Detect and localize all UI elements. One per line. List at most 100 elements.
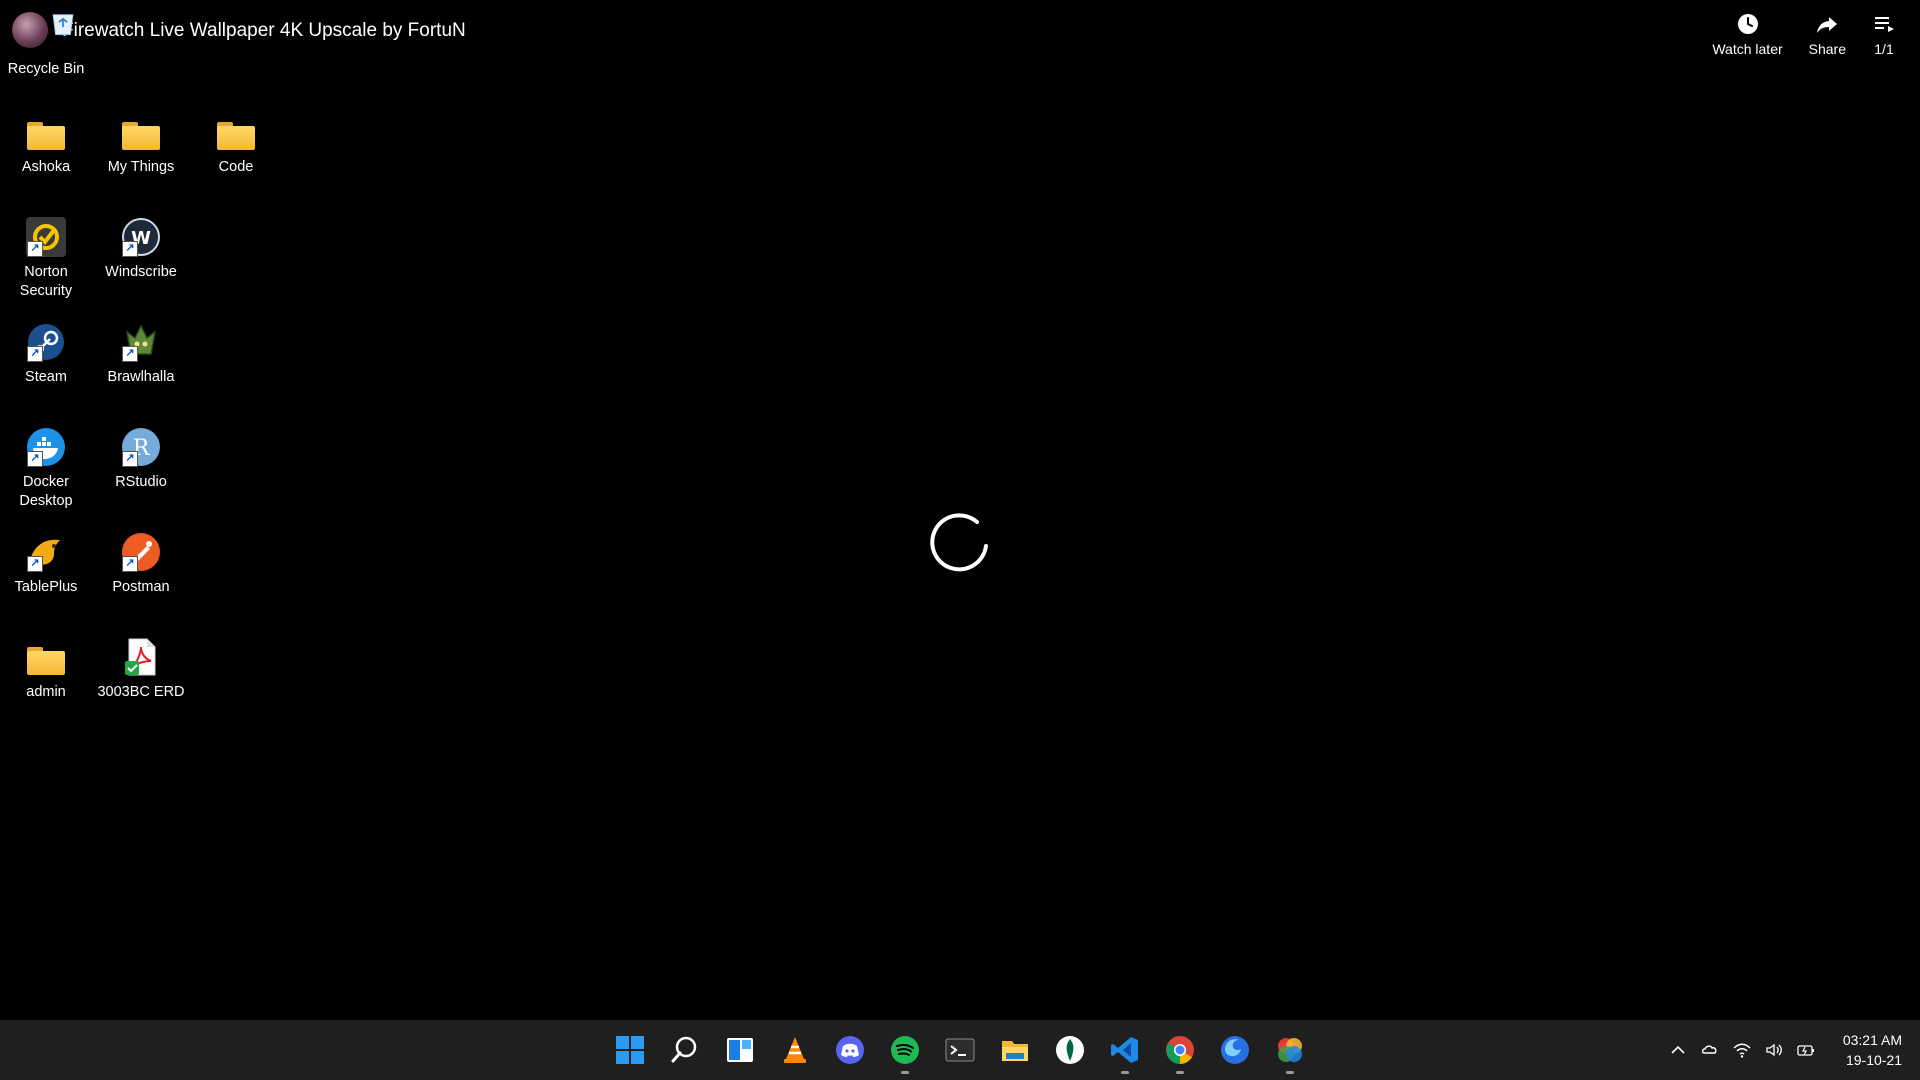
- desktop-icon-label: Docker Desktop: [19, 474, 73, 509]
- taskbar-file-explorer[interactable]: [995, 1030, 1035, 1070]
- taskbar-terminal[interactable]: [940, 1030, 980, 1070]
- desktop-icon-ashoka[interactable]: Ashoka: [2, 110, 90, 177]
- watch-later-label: Watch later: [1712, 41, 1783, 57]
- desktop-icon-label: Recycle Bin: [7, 61, 85, 77]
- tray-volume[interactable]: [1764, 1040, 1784, 1060]
- desktop-icon-label: 3003BC ERD: [97, 684, 185, 700]
- taskbar-chrome[interactable]: [1160, 1030, 1200, 1074]
- desktop-icon-recycle-bin[interactable]: Recycle Bin: [2, 10, 90, 79]
- desktop-icon-label: Postman: [112, 579, 170, 595]
- taskbar-clock[interactable]: 03:21 AM 19-10-21: [1843, 1030, 1902, 1070]
- speaker-icon: [1766, 1043, 1782, 1057]
- shortcut-arrow-icon: ↗: [122, 346, 138, 362]
- shortcut-arrow-icon: ↗: [27, 346, 43, 362]
- running-indicator: [1286, 1071, 1294, 1074]
- desktop-icon-my-things[interactable]: My Things: [97, 110, 185, 177]
- share-icon: [1817, 17, 1838, 33]
- chrome-icon: [1166, 1036, 1194, 1064]
- watch-later-button[interactable]: Watch later: [1712, 12, 1783, 57]
- discord-icon: [836, 1036, 864, 1064]
- desktop-icon-label: Windscribe: [105, 264, 177, 280]
- show-hidden-icons-button[interactable]: [1668, 1040, 1688, 1060]
- terminal-icon: [945, 1038, 975, 1062]
- spotify-icon: [891, 1036, 919, 1064]
- shortcut-arrow-icon: ↗: [27, 241, 43, 257]
- tray-battery[interactable]: [1796, 1040, 1816, 1060]
- desktop-icon-brawlhalla[interactable]: ↗ Brawlhalla: [97, 320, 185, 387]
- shortcut-arrow-icon: ↗: [122, 451, 138, 467]
- desktop-icon-label: Steam: [25, 369, 67, 385]
- desktop: Firewatch Live Wallpaper 4K Upscale by F…: [0, 0, 1920, 1020]
- tray-wifi[interactable]: [1732, 1040, 1752, 1060]
- widgets-icon: [727, 1038, 753, 1062]
- desktop-icon-label: Brawlhalla: [107, 369, 175, 385]
- search-icon: [671, 1036, 697, 1063]
- taskbar: 03:21 AM 19-10-21: [0, 1020, 1920, 1080]
- vlc-icon: [784, 1037, 806, 1063]
- folder-icon: [217, 122, 255, 150]
- desktop-icon-label: admin: [26, 684, 66, 700]
- desktop-icon-postman[interactable]: ↗ Postman: [97, 530, 185, 597]
- taskbar-apps: [610, 1020, 1310, 1080]
- desktop-icon-tableplus[interactable]: ↗ TablePlus: [2, 530, 90, 597]
- playlist-icon: [1875, 17, 1894, 32]
- wifi-icon: [1733, 1043, 1751, 1058]
- desktop-icon-code[interactable]: Code: [192, 110, 280, 177]
- playlist-position: 1/1: [1874, 41, 1894, 57]
- chevron-up-icon: [1671, 1045, 1685, 1054]
- mongodb-compass-icon: [1056, 1036, 1084, 1064]
- video-actions: Watch later Share 1/1: [1712, 12, 1896, 57]
- shortcut-arrow-icon: ↗: [27, 556, 43, 572]
- taskbar-vscode[interactable]: [1105, 1030, 1145, 1074]
- desktop-icon-label: My Things: [107, 159, 175, 175]
- vscode-icon: [1111, 1037, 1138, 1063]
- shortcut-arrow-icon: ↗: [122, 241, 138, 257]
- running-indicator: [1121, 1071, 1129, 1074]
- start-icon: [616, 1036, 644, 1064]
- taskbar-firefox[interactable]: [1215, 1030, 1255, 1070]
- desktop-icon-norton-security[interactable]: ↗ Norton Security: [2, 215, 90, 301]
- taskbar-widgets-button[interactable]: [720, 1030, 760, 1070]
- running-indicator: [901, 1071, 909, 1074]
- desktop-icon-label: TablePlus: [14, 579, 78, 595]
- taskbar-spotify[interactable]: [885, 1030, 925, 1074]
- taskbar-vlc[interactable]: [775, 1030, 815, 1070]
- running-indicator: [1176, 1071, 1184, 1074]
- battery-icon: [1797, 1045, 1814, 1056]
- desktop-icon-docker-desktop[interactable]: ↗ Docker Desktop: [2, 425, 90, 511]
- desktop-icon-rstudio[interactable]: R ↗ RStudio: [97, 425, 185, 492]
- folder-icon: [27, 647, 65, 675]
- loading-spinner-icon: [930, 513, 988, 572]
- clock-icon: [1737, 14, 1758, 34]
- recycle-bin-icon: [52, 14, 74, 36]
- desktop-icon-label: RStudio: [115, 474, 167, 490]
- taskbar-search-button[interactable]: [665, 1030, 705, 1070]
- shortcut-arrow-icon: ↗: [122, 556, 138, 572]
- pdf-icon: [125, 638, 156, 676]
- desktop-icon-windscribe[interactable]: W ↗ Windscribe: [97, 215, 185, 282]
- shortcut-arrow-icon: ↗: [27, 451, 43, 467]
- start-button[interactable]: [610, 1030, 650, 1070]
- playlist-button[interactable]: 1/1: [1872, 12, 1896, 57]
- clock-date: 19-10-21: [1845, 1052, 1902, 1068]
- clock-time: 03:21 AM: [1842, 1032, 1902, 1048]
- tray-cloud[interactable]: [1700, 1040, 1720, 1060]
- taskbar-discord[interactable]: [830, 1030, 870, 1070]
- cloud-icon: [1701, 1045, 1717, 1054]
- desktop-icon-label: Norton Security: [19, 264, 73, 299]
- desktop-icon-label: Ashoka: [21, 159, 71, 175]
- system-tray: [1668, 1020, 1816, 1080]
- folder-icon: [27, 122, 65, 150]
- folder-icon: [122, 122, 160, 150]
- firefox-icon: [1221, 1036, 1249, 1064]
- desktop-icon-3003bc-erd[interactable]: 3003BC ERD: [97, 635, 185, 702]
- share-button[interactable]: Share: [1809, 12, 1846, 57]
- desktop-icon-admin[interactable]: admin: [2, 635, 90, 702]
- share-label: Share: [1808, 41, 1846, 57]
- file-explorer-icon: [1002, 1041, 1028, 1061]
- video-title[interactable]: Firewatch Live Wallpaper 4K Upscale by F…: [62, 20, 466, 42]
- desktop-icon-label: Code: [218, 159, 254, 175]
- taskbar-mongodb-compass[interactable]: [1050, 1030, 1090, 1070]
- taskbar-color-app[interactable]: [1270, 1030, 1310, 1074]
- desktop-icon-steam[interactable]: ↗ Steam: [2, 320, 90, 387]
